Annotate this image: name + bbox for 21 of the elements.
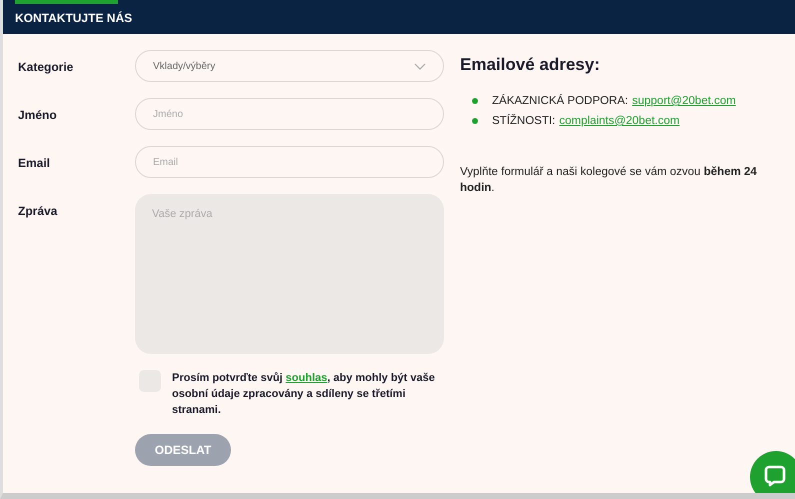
contact-label: ZÁKAZNICKÁ PODPORA: — [492, 95, 628, 107]
input-field[interactable]: Email — [135, 146, 444, 178]
info-text: Vyplňte formulář a naši kolegové se vám ozvou během 24 hodin. — [460, 165, 758, 196]
consent-text: Prosím potvrďte svůj souhlas, aby mohly být vaše osobní údaje zpracovány a sdíleny se třetími stranami. — [172, 371, 436, 418]
message-field[interactable]: Vaše zpráva — [135, 194, 444, 354]
chat-bubble-icon — [763, 464, 787, 488]
email-link[interactable]: support@20bet.com — [632, 95, 736, 107]
bullet-icon — [472, 118, 478, 124]
chevron-down-icon — [414, 62, 426, 70]
field-label: Email — [18, 155, 52, 170]
field-label: Zpráva — [18, 203, 58, 218]
consent-link[interactable]: souhlas — [286, 372, 328, 384]
field-label: Jméno — [18, 107, 58, 122]
input-field[interactable]: Jméno — [135, 98, 444, 130]
field-label: Kategorie — [18, 59, 74, 74]
contact-label: STÍŽNOSTI: — [492, 115, 556, 127]
page-title: KONTAKTUJTE NÁS — [15, 11, 132, 25]
category-dropdown[interactable]: Vklady/výběry — [135, 50, 444, 82]
bullet-icon — [472, 98, 478, 104]
email-link[interactable]: complaints@20bet.com — [559, 115, 680, 127]
section-heading: Emailové adresy: — [460, 55, 601, 75]
